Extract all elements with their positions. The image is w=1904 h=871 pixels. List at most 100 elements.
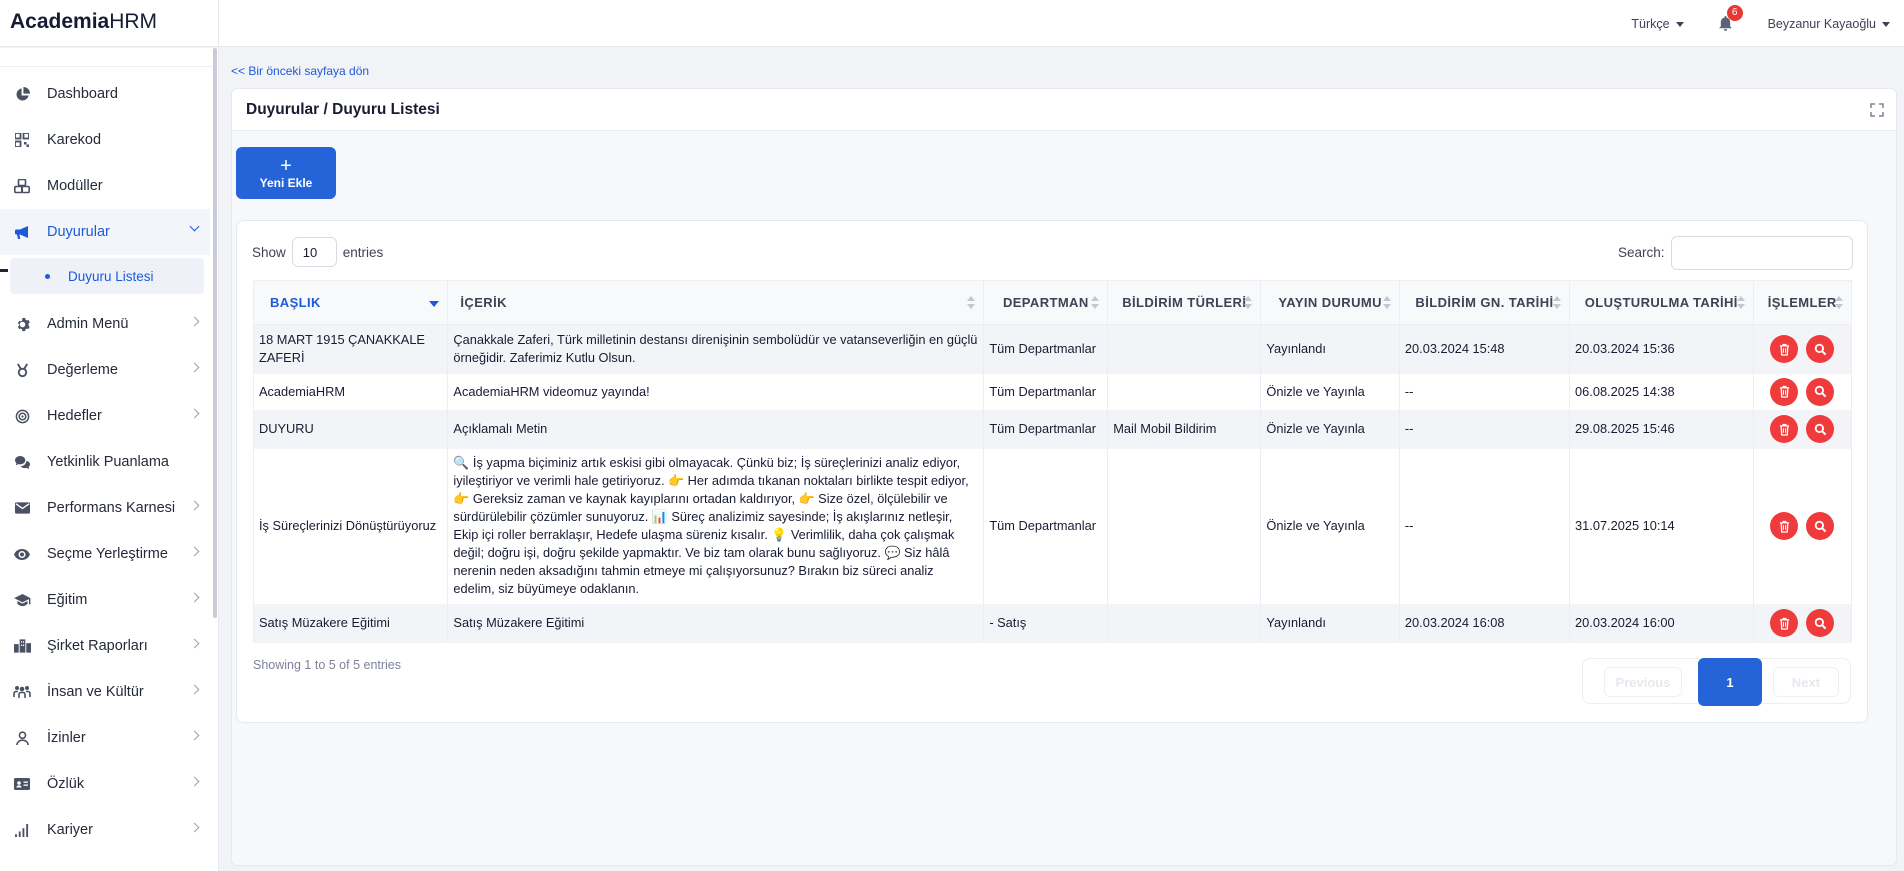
pagination-next-button[interactable]: Next bbox=[1773, 667, 1839, 697]
chevron-right-icon bbox=[189, 822, 200, 833]
sidebar-item-degerleme[interactable]: Değerleme bbox=[0, 347, 210, 393]
people-icon bbox=[13, 683, 31, 701]
trash-icon bbox=[1779, 343, 1789, 356]
view-button[interactable] bbox=[1806, 377, 1835, 406]
cell-notification-types bbox=[1107, 324, 1262, 374]
sidebar-item-dashboard[interactable]: Dashboard bbox=[0, 71, 210, 117]
delete-button[interactable] bbox=[1770, 415, 1799, 443]
caret-down-icon bbox=[1675, 21, 1684, 27]
trash-icon bbox=[1779, 385, 1789, 398]
bullet-dot-icon bbox=[45, 274, 50, 279]
column-header-icerik[interactable]: İÇERİK bbox=[447, 280, 985, 325]
search-input[interactable] bbox=[1671, 236, 1853, 270]
view-button[interactable] bbox=[1806, 609, 1835, 637]
delete-button[interactable] bbox=[1770, 335, 1799, 364]
cell-notify-date: 20.03.2024 16:08 bbox=[1398, 603, 1571, 643]
view-button[interactable] bbox=[1806, 512, 1835, 540]
pagination-previous-button[interactable]: Previous bbox=[1604, 667, 1682, 697]
sidebar-item-admin-menu[interactable]: Admin Menü bbox=[0, 301, 210, 347]
chevron-right-icon bbox=[189, 546, 200, 557]
search-label: Search: bbox=[1618, 245, 1665, 260]
sidebar-item-moduller[interactable]: Modüller bbox=[0, 163, 210, 209]
column-header-yayin-durumu[interactable]: YAYIN DURUMU bbox=[1260, 280, 1400, 325]
cell-notification-types bbox=[1107, 448, 1262, 604]
cell-content: Satış Müzakere Eğitimi bbox=[447, 603, 985, 643]
cell-title: İş Süreçlerinizi Dönüştürüyoruz bbox=[252, 448, 449, 604]
cell-created: 06.08.2025 14:38 bbox=[1569, 373, 1754, 410]
sidebar-item-kariyer[interactable]: Kariyer bbox=[0, 807, 210, 853]
notifications-button[interactable]: 6 bbox=[1716, 4, 1743, 35]
language-dropdown[interactable]: Türkçe bbox=[1631, 17, 1684, 31]
cell-notify-date: -- bbox=[1398, 409, 1571, 449]
sidebar-item-yetkinlik-puanlama[interactable]: Yetkinlik Puanlama bbox=[0, 439, 210, 485]
sidebar-item-ozluk[interactable]: Özlük bbox=[0, 761, 210, 807]
megaphone-icon bbox=[13, 223, 31, 241]
gear-icon bbox=[13, 315, 31, 333]
sidebar-item-insan-ve-kultur[interactable]: İnsan ve Kültür bbox=[0, 669, 210, 715]
search-icon bbox=[1814, 343, 1827, 356]
cell-actions bbox=[1752, 324, 1853, 374]
cell-status: Yayınlandı bbox=[1260, 324, 1400, 374]
back-link[interactable]: << Bir önceki sayfaya dön bbox=[231, 64, 369, 78]
sidebar-item-izinler[interactable]: İzinler bbox=[0, 715, 210, 761]
add-new-button[interactable]: + Yeni Ekle bbox=[236, 147, 336, 199]
search-icon bbox=[1814, 520, 1827, 532]
page-length-select[interactable] bbox=[291, 237, 337, 267]
sidebar-scrollbar[interactable] bbox=[213, 48, 217, 618]
chevron-right-icon bbox=[189, 730, 200, 741]
column-header-bildirim-tarihi[interactable]: BİLDİRİM GN. TARİHİ bbox=[1398, 280, 1571, 325]
panel-header: Duyurular / Duyuru Listesi bbox=[232, 89, 1896, 131]
trash-icon bbox=[1779, 617, 1789, 630]
user-menu[interactable]: Beyzanur Kayaoğlu bbox=[1768, 17, 1890, 31]
sort-icon bbox=[1835, 296, 1843, 309]
announcements-table: BAŞLIK İÇERİK DEPARTMAN BİLDİRİM TÜRLERİ… bbox=[252, 280, 1853, 643]
envelope-icon bbox=[13, 499, 31, 517]
sort-desc-icon bbox=[429, 301, 440, 307]
cell-department: - Satış bbox=[983, 603, 1109, 643]
table-row: İş Süreçlerinizi Dönüştürüyoruz 🔍 İş yap… bbox=[252, 448, 1853, 604]
chevron-right-icon bbox=[189, 362, 200, 373]
plus-icon: + bbox=[280, 154, 292, 177]
view-button[interactable] bbox=[1806, 415, 1835, 443]
cell-notification-types bbox=[1107, 373, 1262, 410]
caret-down-icon bbox=[1882, 21, 1890, 27]
sidebar-item-performans-karnesi[interactable]: Performans Karnesi bbox=[0, 485, 210, 531]
sidebar-item-secme-yerlestirme[interactable]: Seçme Yerleştirme bbox=[0, 531, 210, 577]
chevron-right-icon bbox=[189, 684, 200, 695]
pagination-page-1[interactable]: 1 bbox=[1698, 658, 1762, 706]
trash-icon bbox=[1779, 520, 1789, 533]
brand-logo[interactable]: AcademiaHRM bbox=[10, 10, 157, 34]
table-row: DUYURU Açıklamalı Metin Tüm Departmanlar… bbox=[252, 409, 1853, 449]
column-header-bildirim-turleri[interactable]: BİLDİRİM TÜRLERİ bbox=[1107, 280, 1262, 325]
column-header-baslik[interactable]: BAŞLIK bbox=[252, 280, 449, 325]
cell-department: Tüm Departmanlar bbox=[983, 373, 1109, 410]
sidebar-item-hedefler[interactable]: Hedefler bbox=[0, 393, 210, 439]
column-header-islemler[interactable]: İŞLEMLER bbox=[1752, 280, 1853, 325]
view-button[interactable] bbox=[1806, 335, 1835, 364]
cell-status: Yayınlandı bbox=[1260, 603, 1400, 643]
sidebar-item-karekod[interactable]: Karekod bbox=[0, 117, 210, 163]
preview-publish-link[interactable]: Önizle ve Yayınla bbox=[1260, 448, 1400, 604]
cell-notification-types: Mail Mobil Bildirim bbox=[1107, 409, 1262, 449]
delete-button[interactable] bbox=[1770, 512, 1799, 540]
signal-bars-icon bbox=[13, 821, 31, 839]
search-icon bbox=[1814, 617, 1827, 629]
sidebar-item-egitim[interactable]: Eğitim bbox=[0, 577, 210, 623]
preview-publish-link[interactable]: Önizle ve Yayınla bbox=[1260, 373, 1400, 410]
sort-icon bbox=[1091, 296, 1100, 309]
cell-content: 🔍 İş yapma biçiminiz artık eskisi gibi o… bbox=[447, 448, 985, 604]
delete-button[interactable] bbox=[1770, 377, 1799, 406]
active-marker bbox=[0, 269, 8, 272]
column-header-departman[interactable]: DEPARTMAN bbox=[983, 280, 1109, 325]
sidebar-subitem-duyuru-listesi[interactable]: Duyuru Listesi bbox=[10, 258, 204, 294]
column-header-olusturulma-tarihi[interactable]: OLUŞTURULMA TARİHİ bbox=[1569, 280, 1754, 325]
sidebar-item-sirket-raporlari[interactable]: Şirket Raporları bbox=[0, 623, 210, 669]
cell-actions bbox=[1752, 448, 1853, 604]
fullscreen-icon[interactable] bbox=[1870, 103, 1884, 117]
preview-publish-link[interactable]: Önizle ve Yayınla bbox=[1260, 409, 1400, 449]
notification-count-badge: 6 bbox=[1726, 4, 1743, 21]
sidebar-item-duyurular[interactable]: Duyurular bbox=[0, 209, 210, 255]
sort-icon bbox=[1736, 296, 1745, 309]
delete-button[interactable] bbox=[1770, 609, 1799, 637]
sort-icon bbox=[1244, 296, 1253, 309]
